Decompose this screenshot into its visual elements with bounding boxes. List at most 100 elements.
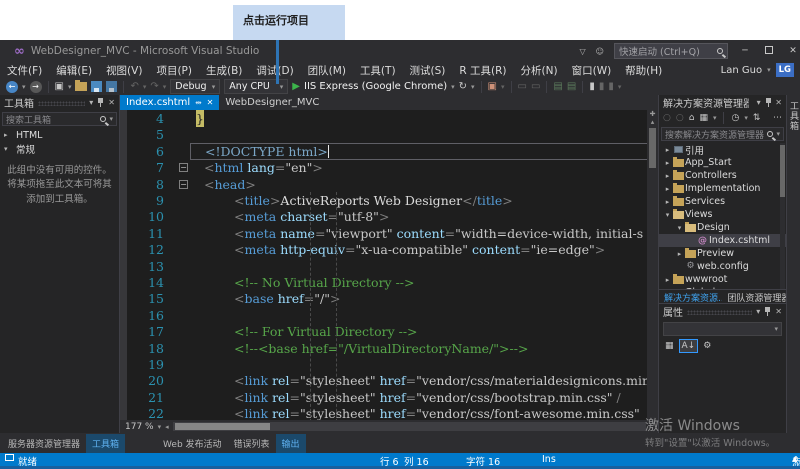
code-line-5[interactable]: 5 bbox=[120, 126, 658, 143]
solution-explorer-search-input[interactable]: 搜索解决方案资源管理器(Ctrl+;) ▾ bbox=[661, 127, 784, 141]
tree-vertical-scrollbar[interactable] bbox=[780, 143, 785, 289]
tree-item-Views[interactable]: ▾Views bbox=[659, 208, 786, 221]
bottom-tab-输出[interactable]: 输出 bbox=[276, 434, 306, 453]
scrollbar-thumb[interactable] bbox=[649, 128, 656, 168]
indent-decrease-icon[interactable]: ▭ bbox=[518, 81, 527, 92]
tree-item-App_Start[interactable]: ▸App_Start bbox=[659, 156, 786, 169]
tree-item-Preview[interactable]: ▸Preview bbox=[659, 247, 786, 260]
explorer-tab-团队资源管理器[interactable]: 团队资源管理器 bbox=[722, 290, 786, 303]
indent-increase-icon[interactable]: ▭ bbox=[531, 81, 540, 92]
close-icon[interactable]: ✕ bbox=[207, 98, 214, 107]
explorer-tab-解决方案资源...[interactable]: 解决方案资源... bbox=[659, 290, 722, 303]
menu-item-团队(M)[interactable]: 团队(M) bbox=[301, 63, 353, 78]
code-line-13[interactable]: 13 bbox=[120, 258, 658, 275]
menu-item-视图(V)[interactable]: 视图(V) bbox=[99, 63, 149, 78]
avatar[interactable]: LG bbox=[776, 63, 794, 77]
new-project-dropdown-icon[interactable]: ▾ bbox=[68, 83, 72, 91]
overflow-icon[interactable]: ⋯ bbox=[773, 113, 782, 123]
chevron-right-icon[interactable]: ▸ bbox=[663, 172, 672, 180]
notifications-flag-icon[interactable]: ▽ bbox=[580, 47, 586, 56]
bookmark-icon[interactable]: ▮ bbox=[589, 81, 595, 92]
menu-item-文件(F)[interactable]: 文件(F) bbox=[0, 63, 49, 78]
quick-launch-search[interactable]: 快速启动 (Ctrl+Q) bbox=[614, 43, 728, 59]
code-line-18[interactable]: 18<!--<base href="/VirtualDirectoryName/… bbox=[120, 340, 658, 357]
code-line-14[interactable]: 14<!-- No Virtual Directory --> bbox=[120, 274, 658, 291]
menu-item-分析(N)[interactable]: 分析(N) bbox=[514, 63, 565, 78]
forward-icon[interactable]: ○ bbox=[676, 113, 684, 123]
menu-item-窗口(W)[interactable]: 窗口(W) bbox=[565, 63, 619, 78]
next-bookmark-icon[interactable]: ▮ bbox=[608, 81, 614, 92]
scroll-up-icon[interactable]: ▴ bbox=[647, 118, 658, 126]
chevron-right-icon[interactable]: ▸ bbox=[675, 250, 684, 258]
code-line-15[interactable]: 15<base href="/"> bbox=[120, 290, 658, 307]
code-line-21[interactable]: 21<link rel="stylesheet" href="vendor/cs… bbox=[120, 389, 658, 406]
user-dropdown-icon[interactable]: ▾ bbox=[767, 66, 771, 74]
code-line-10[interactable]: 10<meta charset="utf-8"> bbox=[120, 208, 658, 225]
code-line-9[interactable]: 9<title>ActiveReports Web Designer</titl… bbox=[120, 192, 658, 209]
save-icon[interactable] bbox=[91, 81, 102, 92]
fold-collapse-icon[interactable]: − bbox=[179, 163, 188, 172]
feedback-icon[interactable]: ☺ bbox=[596, 47, 604, 56]
code-line-22[interactable]: 22<link rel="stylesheet" href="vendor/cs… bbox=[120, 405, 658, 420]
tree-item-引用[interactable]: ▸引用 bbox=[659, 143, 786, 156]
back-icon[interactable]: ○ bbox=[663, 113, 671, 123]
pin-icon[interactable] bbox=[97, 98, 104, 107]
chevron-right-icon[interactable]: ▸ bbox=[663, 146, 672, 154]
navigate-back-dropdown-icon[interactable]: ▾ bbox=[22, 83, 26, 91]
code-line-16[interactable]: 16 bbox=[120, 307, 658, 324]
tree-item-Services[interactable]: ▸Services bbox=[659, 195, 786, 208]
menu-item-R 工具(R)[interactable]: R 工具(R) bbox=[452, 63, 513, 78]
redo-icon[interactable]: ↷ bbox=[150, 81, 158, 92]
window-position-icon[interactable]: ▾ bbox=[757, 98, 761, 107]
code-line-7[interactable]: 7−<html lang="en"> bbox=[120, 159, 658, 176]
properties-object-combo[interactable]: ▾ bbox=[663, 322, 782, 336]
configuration-combo[interactable]: Debug▾ bbox=[170, 79, 220, 94]
tree-item-Implementation[interactable]: ▸Implementation bbox=[659, 182, 786, 195]
sync-with-active-document-icon[interactable]: ⇅ bbox=[753, 113, 761, 123]
code-line-17[interactable]: 17<!-- For Virtual Directory --> bbox=[120, 323, 658, 340]
toolbox-group-常规[interactable]: ▾常规 bbox=[0, 142, 119, 156]
code-line-11[interactable]: 11<meta name="viewport" content="width=d… bbox=[120, 225, 658, 242]
categorized-icon[interactable]: ▦ bbox=[663, 340, 676, 352]
menu-item-测试(S)[interactable]: 测试(S) bbox=[403, 63, 453, 78]
property-pages-icon[interactable]: ⚙ bbox=[701, 340, 713, 352]
code-line-19[interactable]: 19 bbox=[120, 356, 658, 373]
scrollbar-thumb[interactable] bbox=[175, 423, 270, 430]
code-editor[interactable]: 4}56<!DOCTYPE html>7−<html lang="en">8−<… bbox=[120, 110, 658, 420]
doc-tab-Index.cshtml[interactable]: Index.cshtml⥈✕ bbox=[120, 95, 219, 110]
window-position-icon[interactable]: ▾ bbox=[756, 307, 760, 316]
close-icon[interactable]: ✕ bbox=[775, 98, 782, 107]
undo-icon[interactable]: ↶ bbox=[130, 81, 138, 92]
code-line-20[interactable]: 20<link rel="stylesheet" href="vendor/cs… bbox=[120, 372, 658, 389]
fold-collapse-icon[interactable]: − bbox=[179, 180, 188, 189]
chevron-right-icon[interactable]: ▸ bbox=[663, 159, 672, 167]
home-icon[interactable]: ⌂ bbox=[689, 113, 695, 123]
menu-item-项目(P)[interactable]: 项目(P) bbox=[149, 63, 199, 78]
bottom-tab-错误列表[interactable]: 错误列表 bbox=[228, 434, 276, 453]
maximize-button[interactable] bbox=[762, 46, 776, 57]
minimize-button[interactable]: ─ bbox=[738, 46, 752, 56]
bottom-tab-服务器资源管理器[interactable]: 服务器资源管理器 bbox=[2, 434, 86, 453]
menu-item-生成(B)[interactable]: 生成(B) bbox=[199, 63, 249, 78]
window-position-icon[interactable]: ▾ bbox=[89, 98, 93, 107]
pending-changes-filter-icon[interactable]: ◷ bbox=[731, 113, 739, 123]
code-line-8[interactable]: 8−<head> bbox=[120, 176, 658, 193]
zoom-dropdown-icon[interactable]: ▾ bbox=[158, 423, 162, 431]
chevron-right-icon[interactable]: ▸ bbox=[663, 276, 672, 284]
doc-tab-WebDesigner_MVC[interactable]: WebDesigner_MVC bbox=[219, 95, 325, 110]
signed-in-user[interactable]: Lan Guo bbox=[721, 65, 762, 76]
tree-item-Global.asax[interactable]: ▸Global.asax bbox=[659, 286, 786, 289]
navigate-back-icon[interactable]: ← bbox=[6, 81, 18, 93]
toolbox-group-HTML[interactable]: ▸HTML bbox=[0, 128, 119, 142]
navigate-forward-icon[interactable]: → bbox=[30, 81, 42, 93]
redo-dropdown-icon[interactable]: ▾ bbox=[163, 83, 167, 91]
alphabetical-sort-icon[interactable]: A↓ bbox=[679, 339, 699, 353]
close-icon[interactable]: ✕ bbox=[775, 307, 782, 316]
toolbar-overflow-icon[interactable]: ▾ bbox=[618, 83, 622, 91]
scrollbar-thumb[interactable] bbox=[780, 145, 785, 197]
close-icon[interactable]: ✕ bbox=[108, 98, 115, 107]
undo-dropdown-icon[interactable]: ▾ bbox=[143, 83, 147, 91]
auto-hide-tab[interactable]: 工具箱 bbox=[787, 101, 800, 131]
refresh-dropdown-icon[interactable]: ▾ bbox=[471, 83, 475, 91]
pin-icon[interactable]: ⥈ bbox=[195, 98, 201, 108]
